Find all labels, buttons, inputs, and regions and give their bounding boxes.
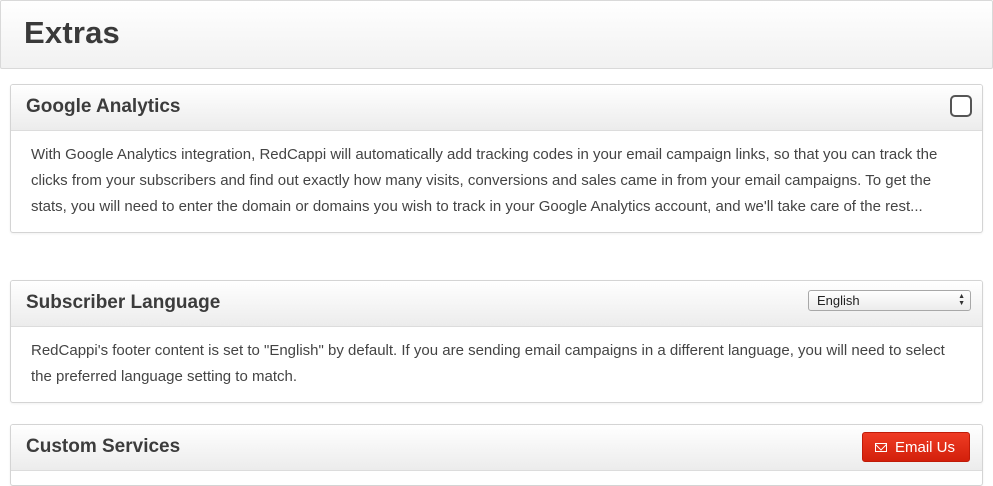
subscriber-language-description: RedCappi's footer content is set to "Eng… bbox=[31, 342, 945, 385]
google-analytics-panel-header: Google Analytics bbox=[11, 85, 982, 131]
language-select-value: English bbox=[817, 293, 860, 308]
page-header: Extras bbox=[0, 0, 993, 69]
google-analytics-title: Google Analytics bbox=[26, 96, 181, 117]
envelope-icon bbox=[875, 442, 887, 452]
google-analytics-description: With Google Analytics integration, RedCa… bbox=[31, 146, 938, 215]
custom-services-title: Custom Services bbox=[26, 436, 181, 457]
subscriber-language-panel: Subscriber Language English ▲ ▼ RedCappi'… bbox=[10, 280, 983, 403]
language-select[interactable]: English ▲ ▼ bbox=[808, 290, 971, 311]
page-title: Extras bbox=[24, 15, 120, 50]
google-analytics-panel: Google Analytics With Google Analytics i… bbox=[10, 84, 983, 233]
custom-services-panel-header: Custom Services Email Us bbox=[11, 425, 982, 471]
select-arrows-icon: ▲ ▼ bbox=[958, 293, 965, 307]
email-us-label: Email Us bbox=[895, 438, 956, 456]
custom-services-panel: Custom Services Email Us bbox=[10, 424, 983, 486]
google-analytics-checkbox[interactable] bbox=[950, 95, 972, 117]
email-us-button[interactable]: Email Us bbox=[862, 432, 970, 462]
subscriber-language-panel-header: Subscriber Language English ▲ ▼ bbox=[11, 281, 982, 327]
subscriber-language-title: Subscriber Language bbox=[26, 292, 221, 313]
